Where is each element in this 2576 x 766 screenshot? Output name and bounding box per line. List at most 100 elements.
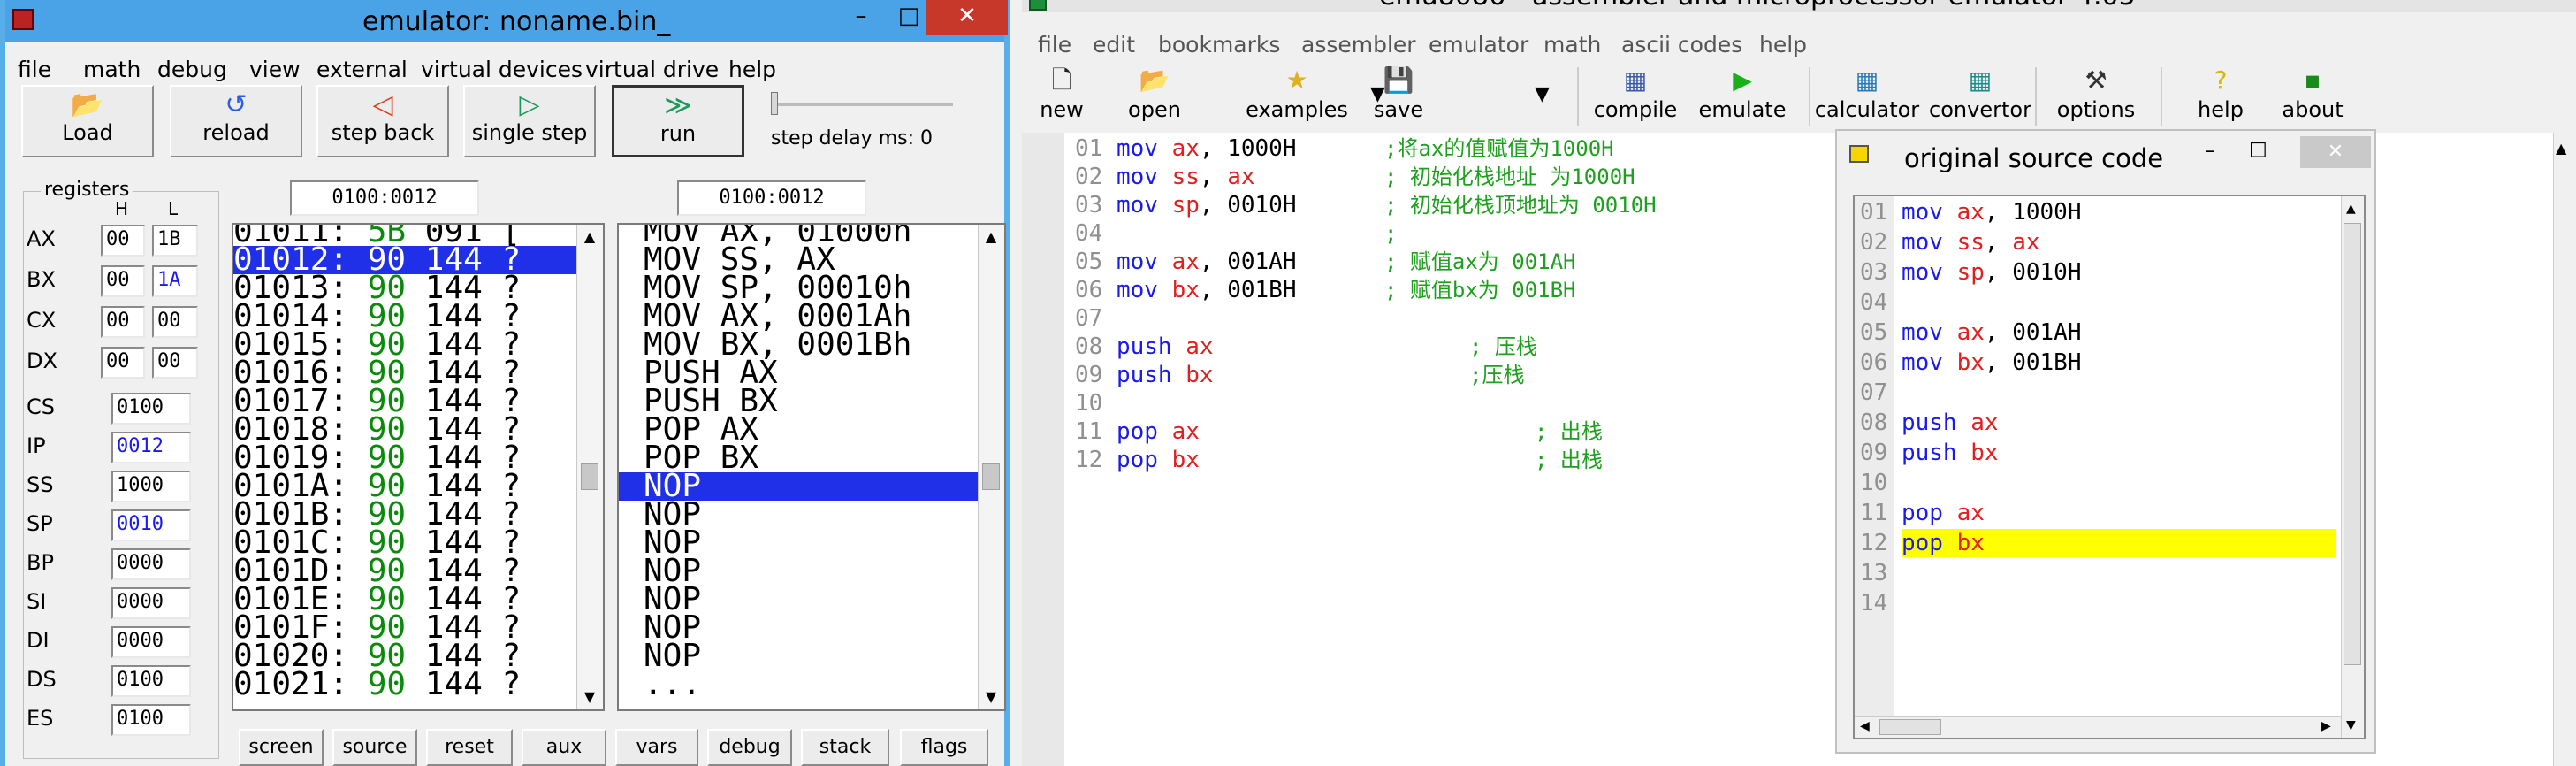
source-vscrollbar[interactable]: ▲ ▼ [2341, 196, 2364, 738]
disassembly-address-field[interactable]: 0100:0012 [677, 180, 866, 216]
memory-row[interactable]: 0101B: 90 144 ? [233, 499, 580, 531]
disassembly-row[interactable]: POP BX [619, 442, 981, 474]
open-button[interactable]: 📂 open [1110, 65, 1199, 127]
disassembly-row[interactable]: MOV AX, 0001Ah [619, 301, 981, 333]
memory-row[interactable]: 0101F: 90 144 ? [233, 612, 580, 644]
memory-row[interactable]: 0101A: 90 144 ? [233, 471, 580, 502]
memory-row[interactable]: 01021: 90 144 ? [233, 669, 580, 701]
code-line[interactable]: 06 mov bx, 001BH [1075, 276, 1297, 304]
scroll-left-arrow-icon[interactable]: ◀ [1860, 719, 1870, 733]
memory-row[interactable]: 01014: 90 144 ? [233, 301, 580, 333]
menu-debug[interactable]: debug [157, 57, 227, 82]
disassembly-row[interactable]: PUSH BX [619, 386, 981, 417]
close-button[interactable]: ✕ [926, 0, 1008, 35]
minimize-button[interactable]: – [836, 0, 886, 35]
register-bp-value[interactable]: 0000 [111, 548, 191, 580]
reload-button[interactable]: ↺ reload [170, 85, 302, 157]
source-line[interactable]: 14 [1860, 589, 1902, 617]
source-maximize-button[interactable]: □ [2249, 138, 2267, 160]
source-line[interactable]: 01 mov ax, 1000H [1860, 198, 2082, 226]
register-ax-low[interactable]: 1B [152, 225, 198, 257]
source-line[interactable]: 03 mov sp, 0010H [1860, 258, 2082, 287]
code-line[interactable]: 01 mov ax, 1000H [1075, 134, 1297, 163]
code-line[interactable]: 03 mov sp, 0010H [1075, 191, 1297, 219]
menu-math[interactable]: math [83, 57, 141, 82]
register-ip-value[interactable]: 0012 [111, 432, 191, 463]
run-button[interactable]: ≫ run [612, 85, 744, 157]
debug-button[interactable]: debug [707, 729, 792, 766]
register-es-value[interactable]: 0100 [111, 704, 191, 736]
source-line[interactable]: 02 mov ss, ax [1860, 228, 2040, 257]
editor-menu-math[interactable]: math [1543, 32, 1601, 57]
source-line[interactable]: 13 [1860, 559, 1902, 587]
memory-row[interactable]: 01015: 90 144 ? [233, 329, 580, 361]
editor-menu-edit[interactable]: edit [1093, 32, 1135, 57]
register-ss-value[interactable]: 1000 [111, 471, 191, 502]
memory-row[interactable]: 01013: 90 144 ? [233, 272, 580, 304]
memory-row[interactable]: 01017: 90 144 ? [233, 386, 580, 417]
menu-virtual-devices[interactable]: virtual devices [421, 57, 583, 82]
new-button[interactable]: 🗋 new [1022, 65, 1101, 127]
memory-scrollbar[interactable]: ▲ ▼ [576, 225, 603, 709]
code-line[interactable]: 02 mov ss, ax [1075, 163, 1255, 191]
help-button[interactable]: ? help [2176, 65, 2265, 127]
register-ax-high[interactable]: 00 [101, 225, 145, 257]
scroll-thumb[interactable] [581, 463, 598, 490]
scroll-up-arrow-icon[interactable]: ▲ [2346, 202, 2356, 216]
memory-row[interactable]: 01016: 90 144 ? [233, 357, 580, 389]
examples-button[interactable]: ★ examples [1231, 65, 1363, 127]
code-line[interactable]: 09 push bx [1075, 361, 1214, 389]
source-line[interactable]: 12 pop bx [1860, 529, 1985, 557]
options-button[interactable]: ⚒ options [2047, 65, 2145, 127]
convertor-button[interactable]: ▦ convertor [1927, 65, 2033, 127]
register-di-value[interactable]: 0000 [111, 626, 191, 658]
Load-button[interactable]: 📂 Load [21, 85, 154, 157]
register-dx-low[interactable]: 00 [152, 347, 198, 379]
memory-row[interactable]: 01012: 90 144 ? [233, 244, 580, 276]
editor-menu-bookmarks[interactable]: bookmarks [1158, 32, 1280, 57]
stack-button[interactable]: stack [801, 729, 889, 766]
code-line[interactable]: 04 [1075, 219, 1117, 248]
disassembly-row[interactable]: NOP [619, 527, 981, 559]
memory-list[interactable]: 01021: 90 144 ? 01020: 90 144 ? 0101F: 90 … [232, 223, 605, 711]
code-line[interactable]: 07 [1075, 304, 1117, 333]
compile-button[interactable]: ▦ compile [1588, 65, 1683, 127]
disassembly-row[interactable]: POP AX [619, 414, 981, 446]
scroll-right-arrow-icon[interactable]: ▶ [2321, 719, 2331, 733]
disassembly-row[interactable]: NOP [619, 640, 981, 672]
scroll-up-arrow-icon[interactable]: ▲ [979, 225, 1003, 249]
memory-row[interactable]: 01019: 90 144 ? [233, 442, 580, 474]
source-line[interactable]: 08 push ax [1860, 409, 1999, 437]
source-minimize-button[interactable]: – [2205, 138, 2215, 163]
step-delay-slider[interactable] [771, 92, 956, 119]
menu-external[interactable]: external [316, 57, 408, 82]
disassembly-row[interactable]: ... [619, 669, 981, 701]
memory-row[interactable]: 01011: 5B 091 [ [233, 225, 580, 248]
register-cs-value[interactable]: 0100 [111, 393, 191, 425]
register-bx-low[interactable]: 1A [152, 265, 198, 297]
memory-row[interactable]: 01020: 90 144 ? [233, 640, 580, 672]
single-step-button[interactable]: ▷ single step [463, 85, 596, 157]
calculator-button[interactable]: ▦ calculator [1814, 65, 1920, 127]
memory-row[interactable]: 0101E: 90 144 ? [233, 584, 580, 616]
menu-help[interactable]: help [728, 57, 776, 82]
flags-button[interactable]: flags [900, 729, 988, 766]
code-line[interactable]: 05 mov ax, 001AH [1075, 248, 1297, 276]
memory-address-field[interactable]: 0100:0012 [290, 180, 479, 216]
source-hscrollbar[interactable]: ◀ ▶ [1855, 716, 2341, 738]
vars-button[interactable]: vars [615, 729, 698, 766]
source-hscroll-thumb[interactable] [1879, 719, 1941, 735]
editor-menu-emulator[interactable]: emulator [1429, 32, 1528, 57]
about-button[interactable]: ▪ about [2268, 65, 2357, 127]
disassembly-row[interactable]: PUSH AX [619, 357, 981, 389]
source-line[interactable]: 07 [1860, 379, 1902, 407]
register-cx-low[interactable]: 00 [152, 306, 198, 338]
disassembly-row[interactable]: MOV SP, 00010h [619, 272, 981, 304]
disassembly-scrollbar[interactable]: ▲ ▼ [978, 225, 1004, 709]
emulate-button[interactable]: ▶ emulate [1694, 65, 1791, 127]
source-vscroll-thumb[interactable] [2344, 223, 2361, 665]
source-line[interactable]: 04 [1860, 288, 1902, 317]
code-line[interactable]: 12 pop bx [1075, 446, 1200, 474]
memory-row[interactable]: 0101D: 90 144 ? [233, 555, 580, 587]
editor-titlebar[interactable]: emu8086 - assembler and microprocessor e… [1022, 0, 2576, 12]
